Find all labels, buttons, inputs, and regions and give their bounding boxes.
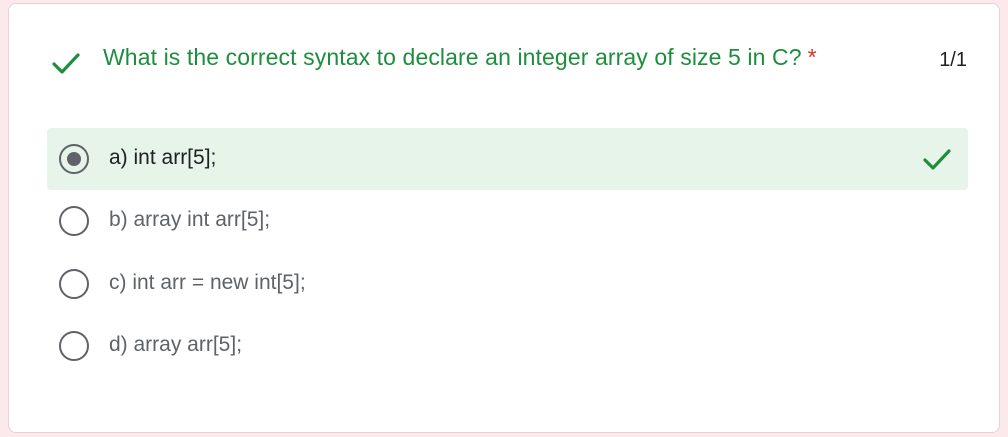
question-header: What is the correct syntax to declare an… xyxy=(9,4,1001,114)
question-score: 1/1 xyxy=(939,49,967,71)
radio-button[interactable] xyxy=(59,331,89,361)
option-label: a) int arr[5]; xyxy=(109,146,217,169)
option-b[interactable]: b) array int arr[5]; xyxy=(47,190,968,252)
option-c[interactable]: c) int arr = new int[5]; xyxy=(47,253,968,315)
correct-answer-checkmark-icon xyxy=(923,149,951,170)
option-label: c) int arr = new int[5]; xyxy=(109,271,306,294)
option-a[interactable]: a) int arr[5]; xyxy=(47,128,968,190)
question-title: What is the correct syntax to declare an… xyxy=(103,44,817,71)
radio-button[interactable] xyxy=(59,206,89,236)
question-card: What is the correct syntax to declare an… xyxy=(8,3,1000,433)
radio-button[interactable] xyxy=(59,269,89,299)
option-label: d) array arr[5]; xyxy=(109,333,243,356)
required-marker: * xyxy=(807,44,817,70)
option-label: b) array int arr[5]; xyxy=(109,208,271,231)
radio-button-checked[interactable] xyxy=(59,144,89,174)
option-d[interactable]: d) array arr[5]; xyxy=(47,315,968,377)
question-text: What is the correct syntax to declare an… xyxy=(103,44,802,70)
checkmark-icon xyxy=(52,53,80,74)
